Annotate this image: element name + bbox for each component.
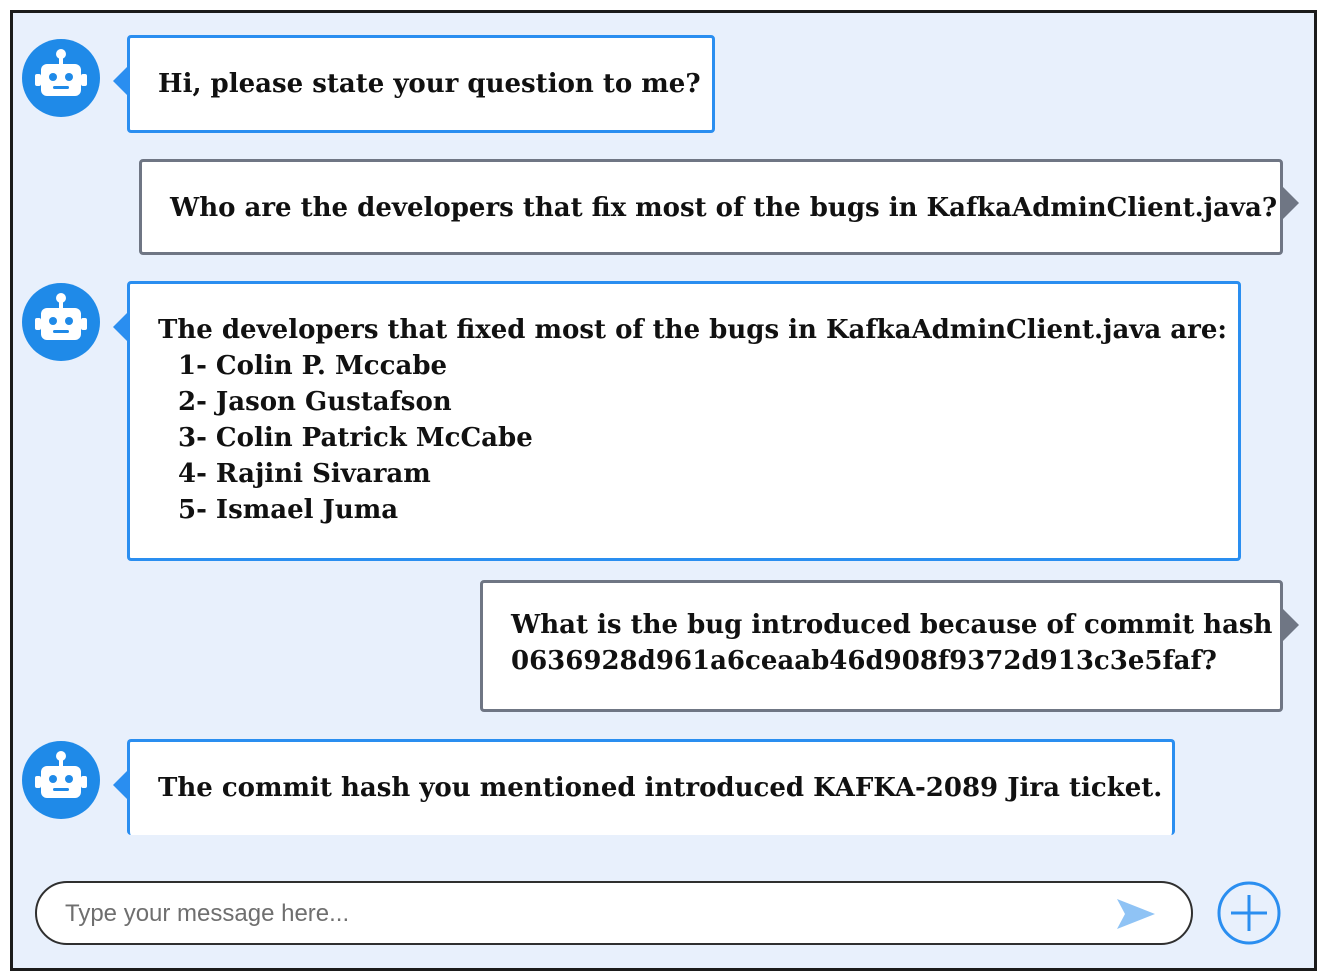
message-input-container	[35, 881, 1193, 945]
message-text: Hi, please state your question to me?	[158, 69, 701, 99]
bot-message: The developers that fixed most of the bu…	[127, 281, 1241, 561]
list-item: 4- Rajini Sivaram	[178, 459, 431, 489]
bot-avatar	[22, 39, 100, 117]
message-text: The commit hash you mentioned introduced…	[158, 773, 1163, 803]
list-item: 2- Jason Gustafson	[178, 387, 452, 417]
list-item: 5- Ismael Juma	[178, 495, 399, 525]
bot-avatar	[22, 741, 100, 819]
robot-icon	[35, 293, 87, 340]
user-message: Who are the developers that fix most of …	[139, 159, 1283, 255]
robot-icon	[35, 49, 87, 96]
message-text: The developers that fixed most of the bu…	[158, 315, 1227, 345]
user-message: What is the bug introduced because of co…	[480, 580, 1283, 712]
message-text: Who are the developers that fix most of …	[170, 193, 1278, 223]
message-text: What is the bug introduced because of co…	[511, 610, 1273, 640]
message-input[interactable]	[63, 895, 1097, 933]
bot-avatar	[22, 283, 100, 361]
message-text: 0636928d961a6ceaab46d908f9372d913c3e5faf…	[511, 646, 1217, 676]
list-item: 3- Colin Patrick McCabe	[178, 423, 533, 453]
chat-window: Hi, please state your question to me? Wh…	[10, 10, 1317, 971]
send-icon[interactable]	[1115, 897, 1157, 931]
bot-message: The commit hash you mentioned introduced…	[127, 739, 1175, 835]
bubble-tail	[1283, 187, 1299, 219]
plus-icon[interactable]	[1217, 881, 1281, 945]
bubble-tail	[1283, 609, 1299, 641]
list-item: 1- Colin P. Mccabe	[178, 351, 448, 381]
bot-message: Hi, please state your question to me?	[127, 35, 715, 133]
robot-icon	[35, 751, 87, 798]
